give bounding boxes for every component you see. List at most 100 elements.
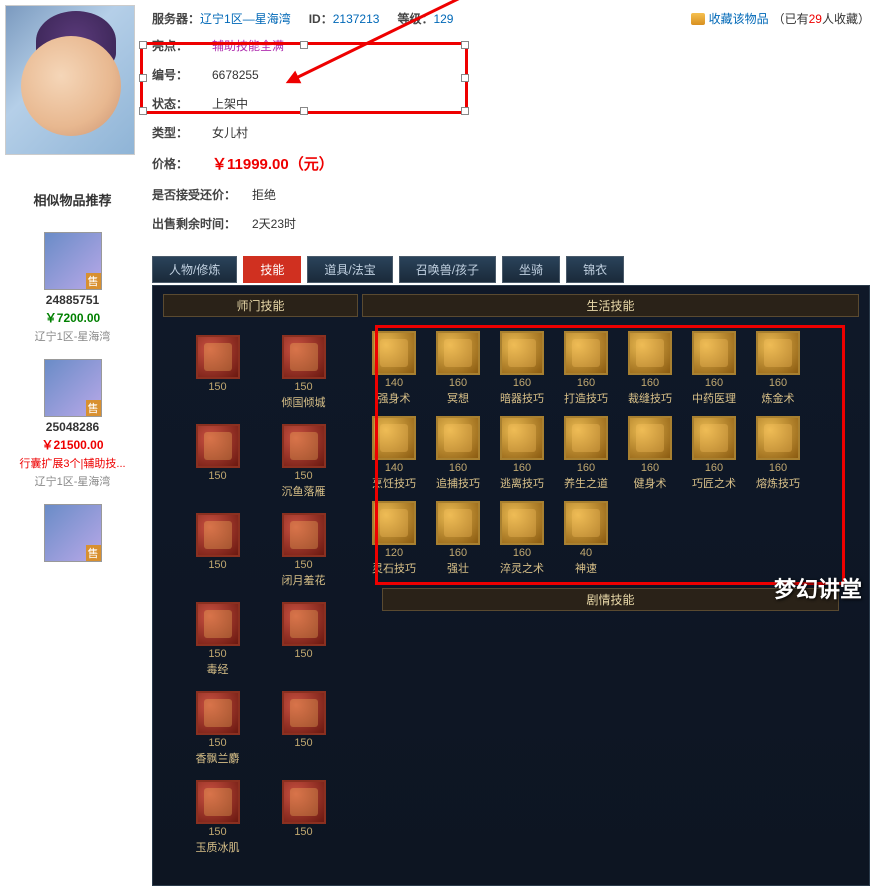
price-label: 价格： (152, 155, 212, 172)
skill-level: 150 (294, 559, 312, 571)
skill-name: 强身术 (378, 390, 411, 406)
life-skill[interactable]: 160裁缝技巧 (622, 331, 678, 406)
school-skill[interactable]: 150 (189, 513, 247, 588)
tab-bar: 人物/修炼技能道具/法宝召唤兽/孩子坐骑锦衣 (152, 256, 870, 283)
life-skill[interactable]: 40神速 (558, 501, 614, 576)
type-value: 女儿村 (212, 124, 248, 141)
skill-name: 冥想 (447, 390, 469, 406)
bargain-value: 拒绝 (252, 186, 276, 203)
life-skill[interactable]: 160中药医理 (686, 331, 742, 406)
life-skill[interactable]: 140强身术 (366, 331, 422, 406)
skill-icon (282, 780, 326, 824)
skill-name: 玉质冰肌 (196, 839, 240, 855)
school-skill[interactable]: 150倾国倾城 (275, 335, 333, 410)
skill-icon (282, 513, 326, 557)
type-label: 类型： (152, 124, 212, 141)
tab-5[interactable]: 锦衣 (566, 256, 624, 283)
skill-icon (372, 331, 416, 375)
skill-icon (372, 501, 416, 545)
life-skill[interactable]: 160强壮 (430, 501, 486, 576)
life-skill[interactable]: 160巧匠之术 (686, 416, 742, 491)
life-skill[interactable]: 160暗器技巧 (494, 331, 550, 406)
life-skill[interactable]: 160健身术 (622, 416, 678, 491)
skill-level: 140 (385, 462, 403, 474)
skill-level: 160 (705, 377, 723, 389)
skill-name: 香飘兰麝 (196, 750, 240, 766)
level-value: 129 (433, 12, 453, 26)
skill-icon (692, 331, 736, 375)
tab-4[interactable]: 坐骑 (502, 256, 560, 283)
school-skill[interactable]: 150 (189, 424, 247, 499)
skill-level: 150 (208, 737, 226, 749)
life-skill[interactable]: 160逃离技巧 (494, 416, 550, 491)
skill-icon (500, 331, 544, 375)
skill-level: 120 (385, 547, 403, 559)
id-value: 2137213 (333, 12, 380, 26)
skill-name: 熔炼技巧 (756, 475, 800, 491)
recommend-item[interactable]: 25048286￥21500.00行囊扩展3个|辅助技...辽宁1区-星海湾 (5, 359, 140, 489)
skill-level: 160 (769, 462, 787, 474)
skill-icon (196, 691, 240, 735)
recommend-desc: 行囊扩展3个|辅助技... (5, 455, 140, 471)
recommend-item[interactable]: 24885751￥7200.00辽宁1区-星海湾 (5, 232, 140, 344)
skill-level: 160 (705, 462, 723, 474)
skill-level: 160 (577, 377, 595, 389)
recommend-server: 辽宁1区-星海湾 (5, 328, 140, 344)
skill-level: 160 (513, 377, 531, 389)
skill-icon (756, 416, 800, 460)
skill-icon (564, 501, 608, 545)
school-skill[interactable]: 150 (275, 780, 333, 855)
life-skill[interactable]: 160炼金术 (750, 331, 806, 406)
life-skill[interactable]: 160打造技巧 (558, 331, 614, 406)
skill-level: 150 (208, 826, 226, 838)
character-avatar (5, 5, 135, 155)
school-skill[interactable]: 150 (275, 691, 333, 766)
skill-level: 160 (641, 462, 659, 474)
skill-icon (196, 780, 240, 824)
folder-icon (691, 13, 705, 25)
recommend-id: 25048286 (5, 420, 140, 434)
life-skill[interactable]: 160养生之道 (558, 416, 614, 491)
remain-value: 2天23时 (252, 215, 296, 232)
school-skill[interactable]: 150 (275, 602, 333, 677)
header-row: 服务器：辽宁1区—星海湾 ID：2137213 等级：129 收藏该物品 （已有… (152, 6, 870, 31)
skill-name: 闭月羞花 (282, 572, 326, 588)
school-skill[interactable]: 150香飘兰麝 (189, 691, 247, 766)
life-skill[interactable]: 160冥想 (430, 331, 486, 406)
school-skill[interactable]: 150闭月羞花 (275, 513, 333, 588)
recommend-server: 辽宁1区-星海湾 (5, 473, 140, 489)
skill-icon (196, 602, 240, 646)
skill-icon (282, 424, 326, 468)
tab-2[interactable]: 道具/法宝 (307, 256, 392, 283)
skill-level: 150 (294, 826, 312, 838)
school-skill[interactable]: 150玉质冰肌 (189, 780, 247, 855)
life-skill[interactable]: 160熔炼技巧 (750, 416, 806, 491)
life-skill[interactable]: 160追捕技巧 (430, 416, 486, 491)
school-skill[interactable]: 150毒经 (189, 602, 247, 677)
server-label: 服务器： (152, 12, 200, 26)
id-label: ID： (309, 12, 333, 26)
life-skill[interactable]: 140烹饪技巧 (366, 416, 422, 491)
skill-level: 160 (449, 377, 467, 389)
skill-name: 烹饪技巧 (372, 475, 416, 491)
recommend-title: 相似物品推荐 (5, 190, 140, 217)
server-link[interactable]: 辽宁1区—星海湾 (200, 12, 291, 26)
life-skill[interactable]: 160淬灵之术 (494, 501, 550, 576)
skill-level: 150 (208, 381, 226, 393)
skill-level: 150 (208, 648, 226, 660)
skill-level: 160 (513, 462, 531, 474)
tab-0[interactable]: 人物/修炼 (152, 256, 237, 283)
skill-icon (282, 335, 326, 379)
skill-name: 毒经 (207, 661, 229, 677)
life-skill[interactable]: 120灵石技巧 (366, 501, 422, 576)
school-skill[interactable]: 150 (189, 335, 247, 410)
tab-1[interactable]: 技能 (243, 256, 301, 283)
tab-3[interactable]: 召唤兽/孩子 (399, 256, 496, 283)
skill-level: 160 (449, 547, 467, 559)
skill-name: 巧匠之术 (692, 475, 736, 491)
favorite-link[interactable]: 收藏该物品 (709, 10, 769, 27)
skill-name: 炼金术 (762, 390, 795, 406)
school-skill[interactable]: 150沉鱼落雁 (275, 424, 333, 499)
skill-name: 健身术 (634, 475, 667, 491)
recommend-thumb (44, 504, 102, 562)
